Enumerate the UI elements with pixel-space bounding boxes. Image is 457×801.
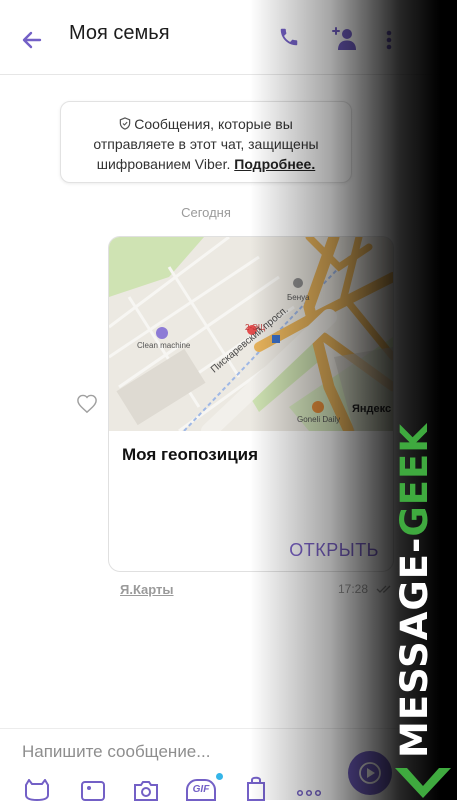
watermark-part1: MESSAGE- bbox=[393, 536, 436, 758]
map-place-label: Clean machine bbox=[137, 341, 191, 350]
gif-label: GIF bbox=[192, 784, 210, 795]
date-separator: Сегодня bbox=[181, 205, 231, 220]
voice-video-button[interactable] bbox=[348, 751, 392, 795]
yandex-logo: Яндекс bbox=[352, 403, 392, 415]
notice-line-3: шифрованием Viber. bbox=[96, 156, 231, 172]
back-arrow-icon[interactable] bbox=[18, 26, 46, 54]
like-heart-icon[interactable] bbox=[76, 394, 98, 414]
source-link[interactable]: Я.Карты bbox=[120, 582, 174, 597]
chat-header: Моя семья bbox=[0, 0, 457, 75]
message-time: 17:28 bbox=[338, 582, 369, 596]
play-icon bbox=[359, 762, 381, 784]
sticker-icon[interactable] bbox=[22, 779, 52, 801]
more-vert-icon[interactable] bbox=[385, 30, 393, 52]
notice-line-2: отправляете в этот чат, защищены bbox=[93, 136, 319, 152]
location-title: Моя геопозиция bbox=[122, 445, 259, 464]
delivered-ticks-icon bbox=[376, 585, 391, 593]
new-indicator-dot bbox=[216, 773, 223, 780]
gallery-icon[interactable] bbox=[80, 779, 106, 801]
camera-icon[interactable] bbox=[132, 779, 160, 801]
watermark-logo-icon bbox=[395, 768, 451, 798]
add-participant-icon[interactable] bbox=[330, 24, 358, 52]
watermark-part2: GEEK bbox=[393, 423, 436, 537]
shopping-bag-icon[interactable] bbox=[245, 775, 267, 801]
gif-icon[interactable]: GIF bbox=[186, 779, 216, 801]
map-place-label: Goneli Daily bbox=[297, 415, 341, 424]
more-icon[interactable] bbox=[296, 789, 322, 797]
learn-more-link[interactable]: Подробнее. bbox=[234, 156, 315, 172]
message-composer: GIF bbox=[0, 728, 457, 801]
location-message-card[interactable]: Clean machine Бенуа 2-ЭЩ Goneli Daily Пи… bbox=[108, 236, 394, 572]
message-input[interactable] bbox=[22, 739, 322, 765]
phone-icon[interactable] bbox=[278, 26, 300, 48]
shield-icon bbox=[119, 117, 131, 130]
watermark-text: MESSAGE-GEEK bbox=[393, 358, 443, 758]
map-preview[interactable]: Clean machine Бенуа 2-ЭЩ Goneli Daily Пи… bbox=[109, 237, 393, 431]
open-location-button[interactable]: ОТКРЫТЬ bbox=[289, 540, 379, 561]
encryption-notice: Сообщения, которые вы отправляете в этот… bbox=[60, 101, 352, 183]
map-place-label: Бенуа bbox=[287, 293, 310, 302]
chat-title[interactable]: Моя семья bbox=[69, 22, 170, 45]
notice-line-1: Сообщения, которые вы bbox=[134, 116, 293, 132]
